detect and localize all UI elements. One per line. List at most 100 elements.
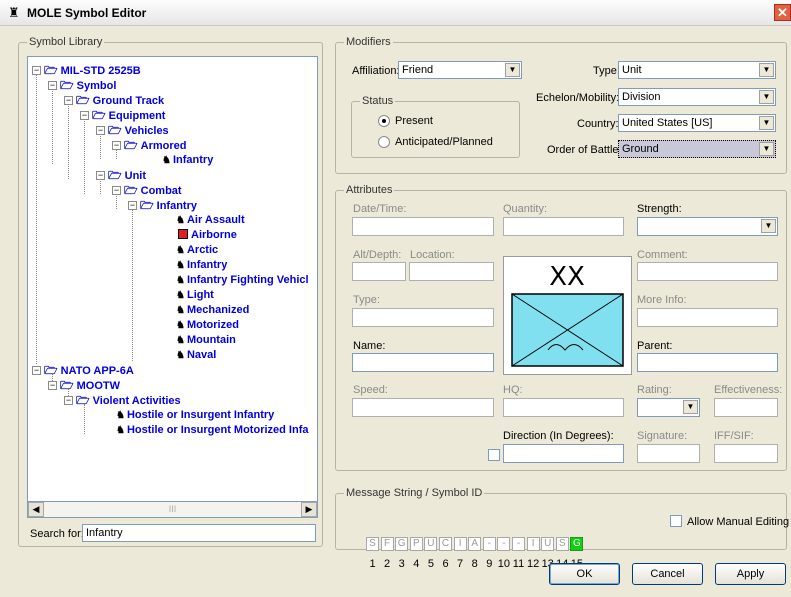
tree-node-motorized[interactable]: ♞ Motorized — [176, 319, 239, 333]
collapse-icon[interactable]: − — [48, 381, 57, 390]
search-input[interactable]: Infantry — [82, 524, 316, 542]
tree-node-violent-activities[interactable]: − 🗁 Violent Activities — [64, 395, 181, 409]
tree-node-infantry-folder[interactable]: − 🗁 Infantry — [128, 200, 197, 214]
apply-button[interactable]: Apply — [715, 563, 786, 585]
status-present-radio[interactable] — [378, 115, 390, 127]
affiliation-select[interactable]: Friend ▼ — [398, 61, 522, 79]
tree-node-label: Light — [186, 289, 214, 301]
tree-node-air-assault[interactable]: ♞ Air Assault — [176, 214, 245, 228]
tree-node-arctic[interactable]: ♞ Arctic — [176, 244, 218, 258]
strength-select[interactable]: ▼ — [637, 217, 778, 236]
name-field[interactable] — [352, 353, 494, 372]
direction-field[interactable] — [503, 444, 624, 463]
dropdown-arrow-icon[interactable]: ▼ — [761, 219, 776, 233]
tree-node-infantry[interactable]: ♞ Infantry — [176, 259, 227, 273]
direction-label: Direction (In Degrees): — [503, 430, 614, 442]
allow-manual-editing-checkbox[interactable] — [670, 515, 682, 527]
dropdown-arrow-icon[interactable]: ▼ — [505, 63, 520, 77]
collapse-icon[interactable]: − — [112, 186, 121, 195]
collapse-icon[interactable]: − — [96, 171, 105, 180]
collapse-icon[interactable]: − — [64, 96, 73, 105]
affiliation-value: Friend — [402, 64, 434, 76]
comment-label: Comment: — [637, 249, 688, 261]
rating-label: Rating: — [637, 384, 672, 396]
symbol-icon: ♞ — [176, 305, 185, 316]
tree-node-label: Symbol — [76, 80, 117, 92]
symbol-icon: ♞ — [176, 290, 185, 301]
tree-node-mountain[interactable]: ♞ Mountain — [176, 334, 236, 348]
tree-node-infantry-armored[interactable]: ♞ Infantry — [162, 154, 213, 168]
folder-icon: 🗁 — [60, 80, 74, 92]
tree-node-nato-app-6a[interactable]: − 🗁 NATO APP-6A — [32, 365, 134, 379]
parent-field[interactable] — [637, 353, 778, 372]
tree-node-hostile-insurgent-infantry[interactable]: ♞ Hostile or Insurgent Infantry — [116, 409, 274, 423]
collapse-icon[interactable]: − — [32, 66, 41, 75]
tree-horizontal-scrollbar[interactable]: ◀ III ▶ — [27, 502, 318, 518]
quantity-field[interactable] — [503, 217, 624, 236]
status-planned-label: Anticipated/Planned — [395, 136, 493, 148]
tree-node-infantry-fighting-vehicle[interactable]: ♞ Infantry Fighting Vehicl — [176, 274, 309, 288]
more-info-field[interactable] — [637, 308, 778, 327]
signature-field[interactable] — [637, 444, 700, 463]
tree-node-mootw[interactable]: − 🗁 MOOTW — [48, 380, 120, 394]
location-field[interactable] — [409, 262, 494, 281]
more-info-label: More Info: — [637, 294, 687, 306]
tree-node-mechanized[interactable]: ♞ Mechanized — [176, 304, 249, 318]
tree-node-symbol[interactable]: − 🗁 Symbol — [48, 80, 116, 94]
symbol-id-cell: - — [497, 537, 511, 551]
dropdown-arrow-icon[interactable]: ▼ — [759, 116, 774, 130]
tree-node-label: Airborne — [191, 229, 237, 241]
dropdown-arrow-icon[interactable]: ▼ — [683, 400, 698, 414]
date-time-field[interactable] — [352, 217, 494, 236]
tree-node-armored[interactable]: − 🗁 Armored — [112, 140, 186, 154]
symbol-id-position-number: 3 — [398, 558, 405, 570]
location-label: Location: — [410, 249, 455, 261]
country-select[interactable]: United States [US] ▼ — [618, 114, 776, 132]
dropdown-arrow-icon[interactable]: ▼ — [759, 142, 774, 156]
tree-node-naval[interactable]: ♞ Naval — [176, 349, 216, 363]
echelon-select[interactable]: Division ▼ — [618, 88, 776, 106]
collapse-icon[interactable]: − — [96, 126, 105, 135]
tree-node-unit[interactable]: − 🗁 Unit — [96, 170, 146, 184]
tree-node-combat[interactable]: − 🗁 Combat — [112, 185, 182, 199]
order-of-battle-select[interactable]: Ground ▼ — [618, 140, 776, 158]
scroll-thumb[interactable]: III — [45, 502, 300, 517]
effectiveness-field[interactable] — [714, 398, 778, 417]
ok-button[interactable]: OK — [549, 563, 620, 585]
symbol-tree[interactable]: − 🗁 MIL-STD 2525B − 🗁 Symbol − 🗁 Ground Track … — [27, 56, 318, 502]
tree-node-hostile-insurgent-motorized[interactable]: ♞ Hostile or Insurgent Motorized Infa — [116, 424, 308, 438]
status-present-label: Present — [395, 115, 433, 127]
comment-field[interactable] — [637, 262, 778, 281]
collapse-icon[interactable]: − — [64, 396, 73, 405]
type-attr-field[interactable] — [352, 308, 494, 327]
tree-node-vehicles[interactable]: − 🗁 Vehicles — [96, 125, 169, 139]
tree-node-ground-track[interactable]: − 🗁 Ground Track — [64, 95, 164, 109]
close-button[interactable]: ✕ — [774, 4, 791, 21]
type-select[interactable]: Unit ▼ — [618, 61, 776, 79]
dropdown-arrow-icon[interactable]: ▼ — [759, 63, 774, 77]
iff-sif-field[interactable] — [714, 444, 778, 463]
hq-field[interactable] — [503, 398, 624, 417]
speed-field[interactable] — [352, 398, 494, 417]
collapse-icon[interactable]: − — [112, 141, 121, 150]
echelon-xx-text: XX — [549, 262, 585, 292]
symbol-icon: ♞ — [176, 335, 185, 346]
status-planned-radio[interactable] — [378, 136, 390, 148]
collapse-icon[interactable]: − — [80, 111, 89, 120]
direction-checkbox[interactable] — [488, 449, 500, 461]
scroll-right-icon[interactable]: ▶ — [301, 502, 317, 517]
symbol-id-cell: G — [570, 537, 584, 551]
tree-node-light[interactable]: ♞ Light — [176, 289, 214, 303]
tree-node-equipment[interactable]: − 🗁 Equipment — [80, 110, 165, 124]
dropdown-arrow-icon[interactable]: ▼ — [759, 90, 774, 104]
rating-select[interactable]: ▼ — [637, 398, 700, 417]
collapse-icon[interactable]: − — [32, 366, 41, 375]
alt-depth-field[interactable] — [352, 262, 406, 281]
tree-node-mil-std-2525b[interactable]: − 🗁 MIL-STD 2525B — [32, 65, 141, 79]
cancel-button[interactable]: Cancel — [632, 563, 703, 585]
tree-node-airborne[interactable]: Airborne — [178, 229, 237, 243]
collapse-icon[interactable]: − — [128, 201, 137, 210]
folder-icon: 🗁 — [108, 170, 122, 182]
collapse-icon[interactable]: − — [48, 81, 57, 90]
scroll-left-icon[interactable]: ◀ — [28, 502, 44, 517]
